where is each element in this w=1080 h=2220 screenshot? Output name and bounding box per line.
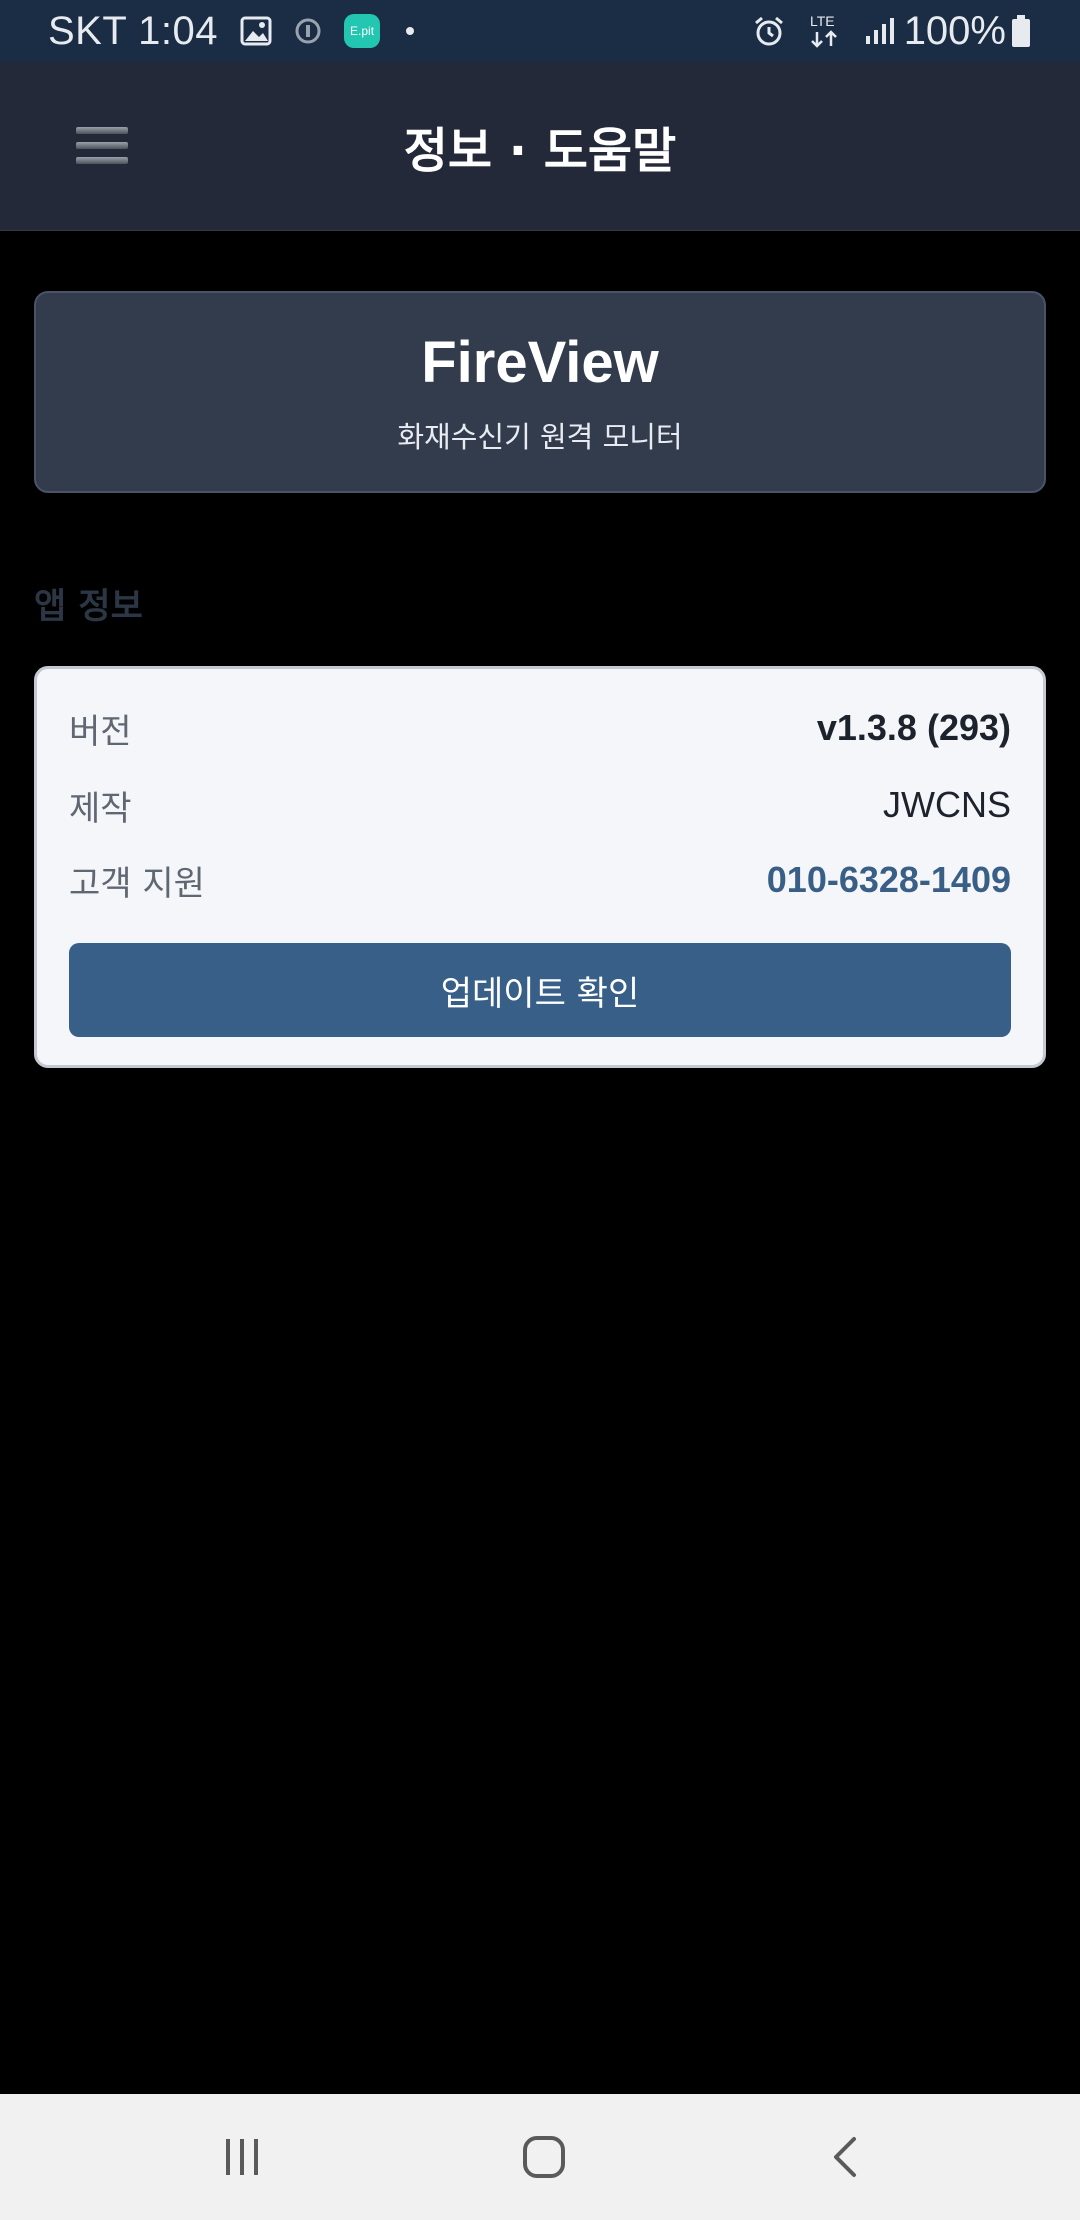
status-right: LTE 100% — [730, 9, 1032, 54]
info-circle-icon — [294, 17, 322, 45]
info-row-version: 버전 v1.3.8 (293) — [69, 698, 1011, 758]
app-bar: 정보 · 도움말 — [0, 62, 1080, 231]
info-row-support: 고객 지원 010-6328-1409 — [69, 850, 1011, 910]
epit-app-icon: E.pit — [344, 14, 381, 48]
battery-percent: 100% — [903, 8, 1006, 53]
support-phone-link[interactable]: 010-6328-1409 — [767, 859, 1011, 901]
signal-icon — [864, 16, 894, 46]
status-left: SKT 1:04 E.pit — [48, 8, 415, 54]
system-nav-bar — [0, 2094, 1080, 2220]
status-bar: SKT 1:04 E.pit LTE 100% — [0, 0, 1080, 62]
page-title: 정보 · 도움말 — [403, 123, 677, 179]
app-info-card: 버전 v1.3.8 (293) 제작 JWCNS 고객 지원 010-6328-… — [34, 666, 1046, 1068]
alarm-icon — [752, 14, 786, 48]
carrier-time: SKT 1:04 — [48, 8, 219, 53]
home-icon[interactable] — [484, 2094, 604, 2220]
app-hero-card: FireView 화재수신기 원격 모니터 — [34, 291, 1046, 493]
info-row-developer: 제작 JWCNS — [69, 775, 1011, 835]
lte-data-icon: LTE — [808, 12, 842, 50]
recents-icon[interactable] — [182, 2094, 302, 2220]
back-icon[interactable] — [786, 2094, 906, 2220]
gallery-icon — [240, 16, 272, 46]
check-update-button[interactable]: 업데이트 확인 — [69, 943, 1011, 1037]
developer-label: 제작 — [69, 788, 132, 829]
app-name: FireView — [421, 329, 659, 395]
version-label: 버전 — [69, 711, 132, 752]
section-title-app-info: 앱 정보 — [34, 587, 143, 627]
svg-text:LTE: LTE — [810, 13, 835, 29]
app-subtitle: 화재수신기 원격 모니터 — [397, 419, 683, 454]
developer-value: JWCNS — [883, 784, 1011, 825]
support-label: 고객 지원 — [69, 863, 205, 904]
notification-dot-icon — [406, 27, 415, 35]
version-value: v1.3.8 (293) — [816, 707, 1011, 748]
battery-icon — [1010, 14, 1032, 48]
